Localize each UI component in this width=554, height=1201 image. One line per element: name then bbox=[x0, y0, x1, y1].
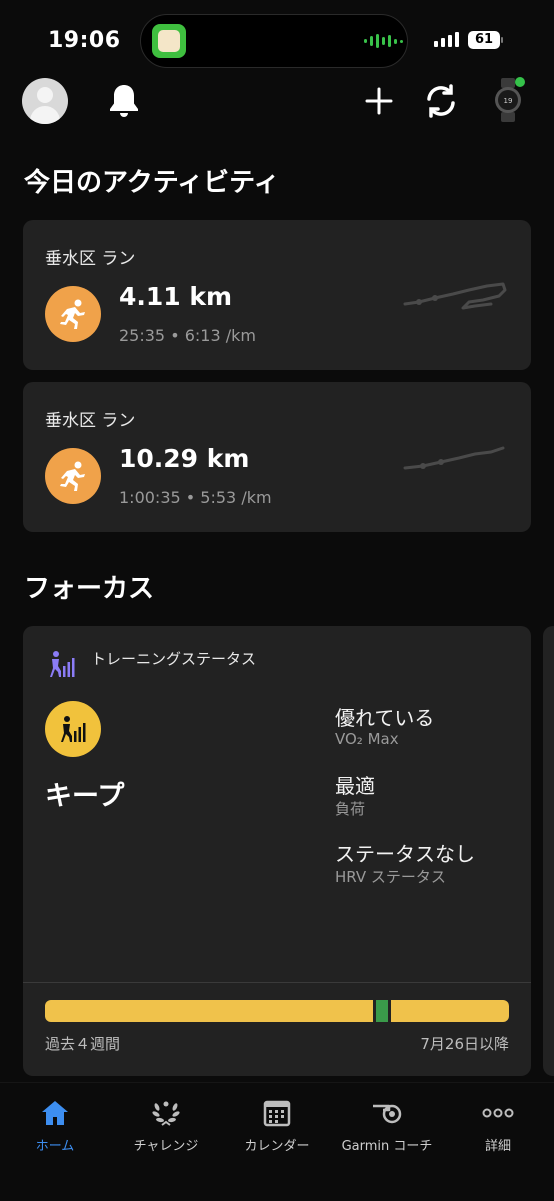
hrv-status: ステータスなし bbox=[335, 842, 475, 866]
tab-label: 詳細 bbox=[484, 1139, 511, 1154]
training-status-icon bbox=[50, 651, 75, 677]
running-icon bbox=[45, 286, 101, 342]
card-divider bbox=[23, 982, 531, 983]
tab-home[interactable]: ホーム bbox=[0, 1083, 110, 1154]
vo2max-label: VO₂ Max bbox=[335, 730, 399, 748]
activity-meta: 1:00:35 • 5:53 /km bbox=[119, 488, 272, 507]
svg-text:19: 19 bbox=[504, 97, 513, 105]
whistle-icon bbox=[332, 1095, 442, 1131]
audio-wave-icon bbox=[364, 34, 403, 48]
tab-calendar[interactable]: カレンダー bbox=[222, 1083, 332, 1154]
signal-icon bbox=[434, 32, 459, 47]
tab-more[interactable]: 詳細 bbox=[443, 1083, 553, 1154]
activity-pace: 5:53 /km bbox=[200, 488, 272, 507]
tab-label: カレンダー bbox=[244, 1139, 310, 1154]
battery-tip bbox=[501, 37, 503, 43]
activity-card[interactable]: 垂水区 ラン 4.11 km 25:35 • 6:13 /km bbox=[23, 220, 531, 370]
current-status-marker bbox=[376, 1000, 388, 1022]
timeline-end-label: 7月26日以降 bbox=[420, 1035, 509, 1053]
activity-meta: 25:35 • 6:13 /km bbox=[119, 326, 256, 345]
activity-distance: 4.11 km bbox=[119, 282, 233, 311]
load-label: 負荷 bbox=[335, 800, 366, 818]
more-icon bbox=[443, 1095, 553, 1131]
watch-device-icon[interactable]: 19 bbox=[492, 76, 526, 124]
load-status: 最適 bbox=[335, 774, 375, 798]
route-map-thumbnail bbox=[403, 446, 505, 470]
focus-title: フォーカス bbox=[24, 574, 155, 604]
activity-name: 垂水区 ラン bbox=[45, 249, 136, 269]
bell-icon[interactable] bbox=[104, 80, 144, 122]
sync-icon[interactable] bbox=[420, 80, 462, 122]
training-status-value: キープ bbox=[45, 781, 125, 812]
now-playing-app-icon[interactable] bbox=[152, 24, 186, 58]
tab-label: チャレンジ bbox=[133, 1139, 199, 1154]
training-status-label: トレーニングステータス bbox=[91, 650, 257, 668]
hrv-label: HRV ステータス bbox=[335, 868, 446, 886]
tab-label: ホーム bbox=[35, 1139, 75, 1154]
home-icon bbox=[0, 1095, 110, 1131]
running-icon bbox=[45, 448, 101, 504]
training-status-card[interactable]: トレーニングステータス キープ 優れている VO₂ Max 最適 負荷 ステータ… bbox=[23, 626, 531, 1076]
route-map-thumbnail bbox=[403, 282, 507, 310]
activity-name: 垂水区 ラン bbox=[45, 411, 136, 431]
activity-duration: 1:00:35 bbox=[119, 488, 181, 507]
activity-card[interactable]: 垂水区 ラン 10.29 km 1:00:35 • 5:53 /km bbox=[23, 382, 531, 532]
plus-icon[interactable] bbox=[362, 84, 396, 118]
today-title: 今日のアクティビティ bbox=[24, 168, 280, 198]
activity-duration: 25:35 bbox=[119, 326, 166, 345]
status-time: 19:06 bbox=[48, 28, 121, 53]
calendar-icon bbox=[222, 1095, 332, 1131]
laurel-icon bbox=[111, 1095, 221, 1131]
timeline-start-label: 過去４週間 bbox=[45, 1035, 121, 1053]
vo2max-status: 優れている bbox=[335, 706, 435, 730]
avatar[interactable] bbox=[22, 78, 68, 124]
tab-challenges[interactable]: チャレンジ bbox=[111, 1083, 221, 1154]
tab-bar: ホーム チャレンジ カレンダー Garmin コーチ 詳細 bbox=[0, 1082, 554, 1201]
tab-label: Garmin コーチ bbox=[341, 1139, 433, 1154]
activity-pace: 6:13 /km bbox=[184, 326, 256, 345]
tab-garmin-coach[interactable]: Garmin コーチ bbox=[332, 1083, 442, 1154]
status-timeline-bar bbox=[45, 1000, 509, 1022]
battery-indicator: 61 bbox=[468, 31, 500, 49]
status-keep-icon bbox=[45, 701, 101, 757]
activity-distance: 10.29 km bbox=[119, 444, 250, 473]
next-focus-card-peek[interactable] bbox=[543, 626, 554, 1076]
